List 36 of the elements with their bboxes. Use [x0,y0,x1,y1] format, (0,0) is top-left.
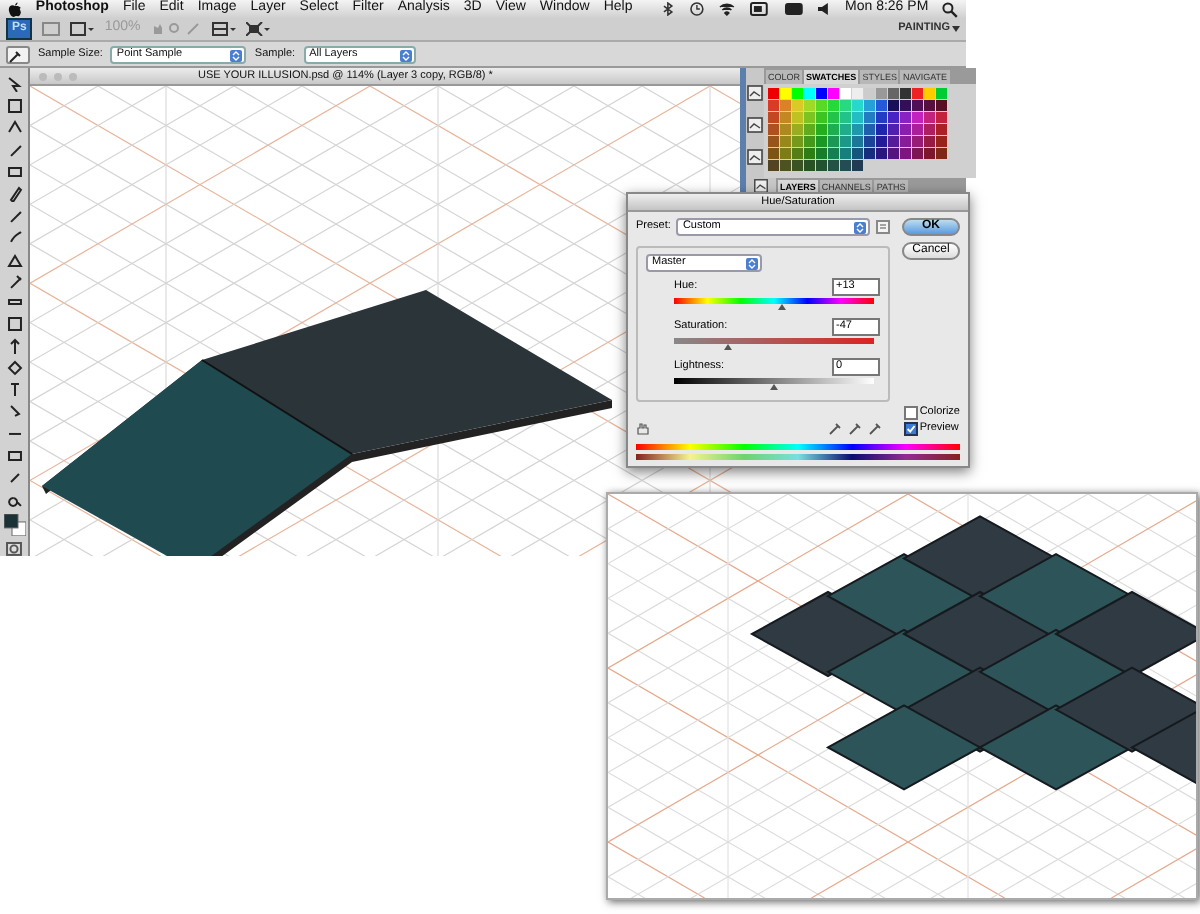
screen-mode-icon[interactable] [246,22,271,36]
view-extras-icon[interactable] [70,22,95,36]
slider-track[interactable] [674,338,874,344]
wifi-icon[interactable] [718,2,736,16]
stepper-icon [399,49,412,61]
color-swatch-icon[interactable] [3,514,25,536]
battery-icon[interactable] [749,2,770,16]
clock-icon[interactable] [690,2,705,16]
panel-dock-icon[interactable] [746,116,764,134]
checkbox[interactable] [903,406,918,420]
eyedropper-icon[interactable] [6,45,30,63]
apple-logo-icon[interactable] [8,1,22,17]
preset-options-icon[interactable] [876,220,890,234]
panel-dock-icon[interactable] [746,148,764,166]
slider-track[interactable] [674,298,874,304]
slider-track[interactable] [674,378,874,384]
slider-thumb[interactable] [778,304,786,310]
search-icon[interactable] [942,1,959,17]
slider-thumb[interactable] [724,344,732,350]
tool-icon[interactable] [5,492,23,509]
slider-thumb[interactable] [770,384,778,390]
tool-icon[interactable] [5,360,23,377]
arrange-icon[interactable] [212,22,237,36]
bluetooth-icon[interactable] [660,2,677,16]
tool-icon[interactable] [5,382,23,399]
quick-mask-icon[interactable] [6,542,22,556]
tool-icon[interactable] [5,338,23,355]
checkbox[interactable] [903,422,918,436]
tool-icon[interactable] [5,273,23,290]
swatch-grid[interactable] [768,88,948,172]
stepper-icon [854,222,866,234]
stepper-icon [746,258,758,270]
panel-dock-icon[interactable] [746,84,764,102]
caret-icon[interactable] [952,26,960,32]
panel-dock-icon[interactable] [752,178,770,194]
stepper-icon [230,49,243,61]
